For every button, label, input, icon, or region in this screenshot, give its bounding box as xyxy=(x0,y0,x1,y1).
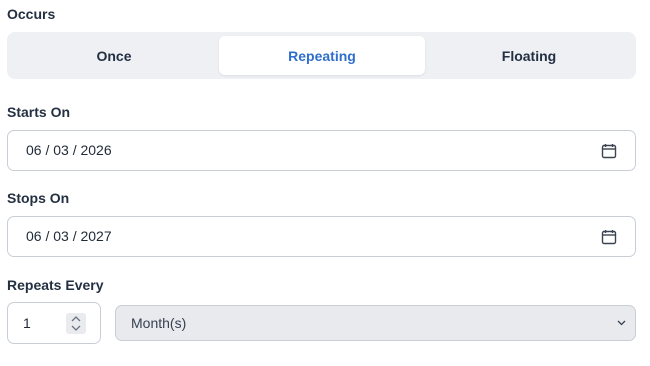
repeat-unit-value: Month(s) xyxy=(131,315,187,331)
starts-on-date-input[interactable]: 06 / 03 / 2026 xyxy=(7,130,636,171)
occurs-option-once[interactable]: Once xyxy=(11,36,217,75)
spin-arrows-icon xyxy=(71,316,81,331)
calendar-icon[interactable] xyxy=(601,143,617,159)
repeats-every-label: Repeats Every xyxy=(7,277,104,293)
occurs-option-floating[interactable]: Floating xyxy=(426,36,632,75)
occurs-option-repeating[interactable]: Repeating xyxy=(219,36,425,75)
repeat-interval-value: 1 xyxy=(23,315,31,331)
repeat-interval-stepper[interactable]: 1 xyxy=(7,302,101,344)
stops-on-value: 06 / 03 / 2027 xyxy=(26,228,112,244)
stops-on-date-input[interactable]: 06 / 03 / 2027 xyxy=(7,216,636,257)
starts-on-value: 06 / 03 / 2026 xyxy=(26,142,112,158)
occurs-label: Occurs xyxy=(7,6,56,22)
repeat-unit-select[interactable]: Month(s) xyxy=(115,305,636,341)
stops-on-label: Stops On xyxy=(7,190,70,206)
starts-on-label: Starts On xyxy=(7,104,71,120)
chevron-down-icon xyxy=(617,320,626,326)
occurs-segmented-control: Once Repeating Floating xyxy=(7,32,636,79)
calendar-icon[interactable] xyxy=(601,229,617,245)
spin-buttons[interactable] xyxy=(66,313,86,334)
